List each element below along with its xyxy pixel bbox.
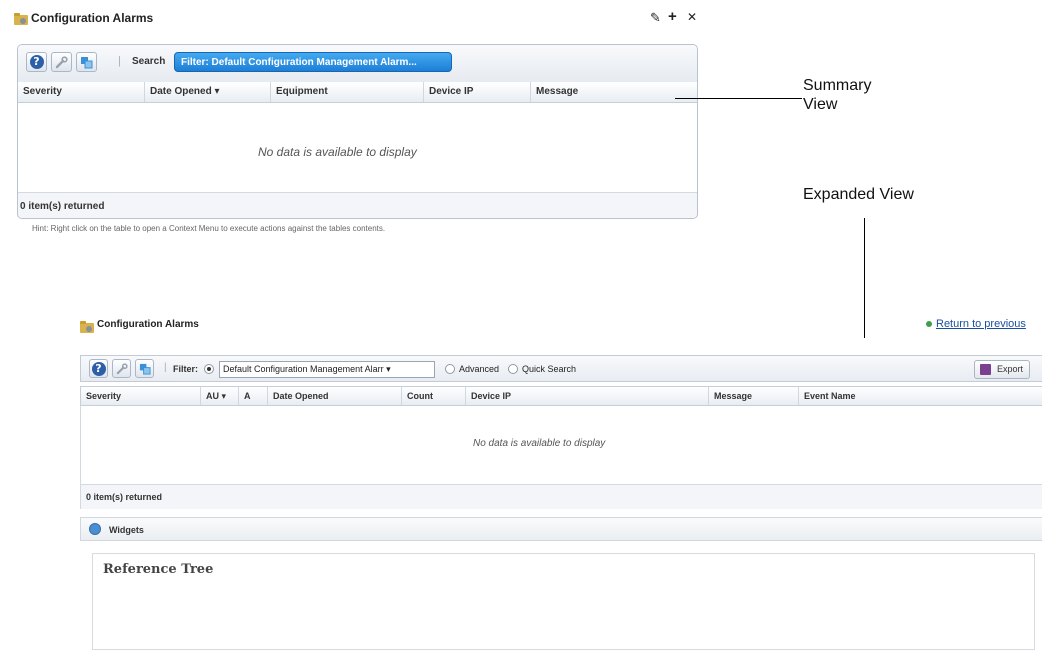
advanced-label[interactable]: Advanced: [459, 364, 499, 374]
reference-tree-panel: Reference Tree: [92, 553, 1035, 650]
summary-toolbar: ? | Search Filter: Default Configuration…: [18, 45, 697, 83]
help-button[interactable]: ?: [26, 52, 47, 72]
expanded-table-header: Severity AU ▾ A Date Opened Count Device…: [80, 386, 1042, 406]
expanded-view-annotation: Expanded View: [803, 186, 914, 203]
folder-gear-icon: [14, 13, 28, 25]
column-header-severity[interactable]: Severity: [18, 82, 145, 102]
summary-item-count: 0 item(s) returned: [20, 201, 105, 212]
column-header-au[interactable]: AU ▾: [201, 387, 239, 405]
wrench-button[interactable]: [51, 52, 72, 72]
widgets-toggle-icon[interactable]: [89, 523, 101, 535]
help-icon: ?: [91, 361, 106, 376]
widgets-bar[interactable]: Widgets: [80, 517, 1042, 541]
toolbar-separator: |: [118, 55, 121, 67]
expanded-footer: 0 item(s) returned: [80, 484, 1042, 509]
expanded-window-title: Configuration Alarms: [97, 319, 199, 330]
wrench-icon[interactable]: ✎: [650, 10, 661, 26]
summary-footer: 0 item(s) returned: [18, 192, 697, 218]
column-header-device-ip[interactable]: Device IP: [466, 387, 709, 405]
columns-button[interactable]: [135, 359, 154, 378]
close-icon[interactable]: ✕: [687, 10, 697, 24]
search-label[interactable]: Search: [132, 56, 165, 67]
reference-tree-title: Reference Tree: [103, 562, 214, 577]
column-header-count[interactable]: Count: [402, 387, 466, 405]
help-icon: ?: [29, 55, 44, 69]
summary-annotation-line2: View: [803, 96, 838, 113]
toolbar-separator: |: [164, 362, 167, 373]
export-button[interactable]: Export: [974, 360, 1030, 379]
wrench-button[interactable]: [112, 359, 131, 378]
filter-button[interactable]: Filter: Default Configuration Management…: [174, 52, 452, 72]
widgets-label: Widgets: [109, 525, 144, 535]
column-header-date-opened[interactable]: Date Opened: [268, 387, 402, 405]
columns-button[interactable]: [76, 52, 97, 72]
summary-pointer-line: [675, 98, 802, 99]
summary-title-bar: Configuration Alarms ✎ + ✕: [14, 8, 714, 28]
filter-select[interactable]: Default Configuration Management Alarr ▾: [219, 361, 435, 378]
columns-icon: [139, 363, 151, 375]
quick-search-label[interactable]: Quick Search: [522, 364, 576, 374]
summary-panel: ? | Search Filter: Default Configuration…: [17, 44, 698, 219]
summary-window-title: Configuration Alarms: [31, 11, 154, 25]
summary-table-header: Severity Date Opened ▾ Equipment Device …: [18, 82, 697, 103]
columns-icon: [81, 56, 93, 68]
return-to-previous-link[interactable]: Return to previous: [936, 318, 1026, 330]
summary-empty-message: No data is available to display: [258, 145, 417, 159]
quick-search-radio[interactable]: [508, 364, 518, 374]
return-bullet-icon: [926, 321, 932, 327]
summary-view-annotation: Summary View: [803, 76, 871, 114]
expanded-empty-message: No data is available to display: [473, 438, 606, 449]
advanced-radio[interactable]: [445, 364, 455, 374]
expanded-pointer-line: [864, 218, 865, 338]
wrench-icon: [55, 55, 68, 68]
folder-gear-icon: [80, 321, 94, 333]
expanded-item-count: 0 item(s) returned: [86, 492, 163, 502]
save-icon: [980, 364, 991, 375]
column-header-date-opened[interactable]: Date Opened ▾: [145, 82, 271, 102]
column-header-event-name[interactable]: Event Name: [799, 387, 1041, 405]
filter-label: Filter:: [173, 364, 199, 374]
expanded-toolbar: ? | Filter: Default Configuration Manage…: [80, 355, 1042, 382]
column-header-severity[interactable]: Severity: [81, 387, 201, 405]
summary-hint: Hint: Right click on the table to open a…: [32, 224, 386, 233]
wrench-icon: [116, 362, 128, 374]
column-header-device-ip[interactable]: Device IP: [424, 82, 531, 102]
column-header-message[interactable]: Message: [709, 387, 799, 405]
help-button[interactable]: ?: [89, 359, 108, 378]
column-header-message[interactable]: Message: [531, 82, 697, 102]
add-icon[interactable]: +: [668, 8, 677, 25]
column-header-equipment[interactable]: Equipment: [271, 82, 424, 102]
column-header-a[interactable]: A: [239, 387, 268, 405]
export-label: Export: [997, 364, 1024, 374]
filter-radio[interactable]: [204, 364, 214, 374]
summary-annotation-line1: Summary: [803, 77, 872, 94]
